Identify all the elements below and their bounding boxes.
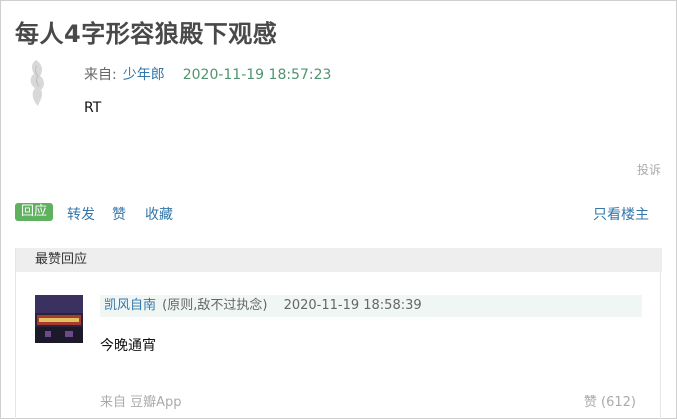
repost-button[interactable]: 转发 <box>67 204 95 224</box>
topic-title: 每人4字形容狼殿下观感 <box>15 20 278 48</box>
author-link[interactable]: 少年郎 <box>123 64 165 84</box>
action-bar: 回应 转发 赞 收藏 只看楼主 <box>15 203 661 223</box>
from-label: 来自: <box>84 67 117 83</box>
post-time: 2020-11-19 18:57:23 <box>182 67 332 83</box>
reply-author-link[interactable]: 凯风自南 <box>104 298 156 313</box>
reply-avatar[interactable] <box>35 295 83 343</box>
reply-time: 2020-11-19 18:58:39 <box>283 298 422 313</box>
only-op-button[interactable]: 只看楼主 <box>593 204 649 224</box>
reply-meta: 凯风自南 (原则,敌不过执念) 2020-11-19 18:58:39 <box>100 295 642 317</box>
report-link[interactable]: 投诉 <box>637 161 661 178</box>
best-replies-header: 最赞回应 <box>16 248 662 272</box>
like-button[interactable]: 赞 <box>112 204 126 224</box>
collect-button[interactable]: 收藏 <box>145 204 173 224</box>
best-replies-section: 最赞回应 凯风自南 (原则,敌不过执念) 2020-11-19 18:58:39… <box>15 248 662 419</box>
topic-meta: 来自: 少年郎 2020-11-19 18:57:23 <box>84 64 331 84</box>
reply-signature: (原则,敌不过执念) <box>162 298 268 313</box>
reply-text: 今晚通宵 <box>100 338 156 354</box>
reply-like-button[interactable]: 赞 (612) <box>584 391 636 410</box>
reply-button[interactable]: 回应 <box>15 203 54 221</box>
reply-source: 来自 豆瓣App <box>100 395 182 410</box>
op-avatar[interactable] <box>22 56 52 110</box>
topic-content: RT <box>84 100 102 116</box>
